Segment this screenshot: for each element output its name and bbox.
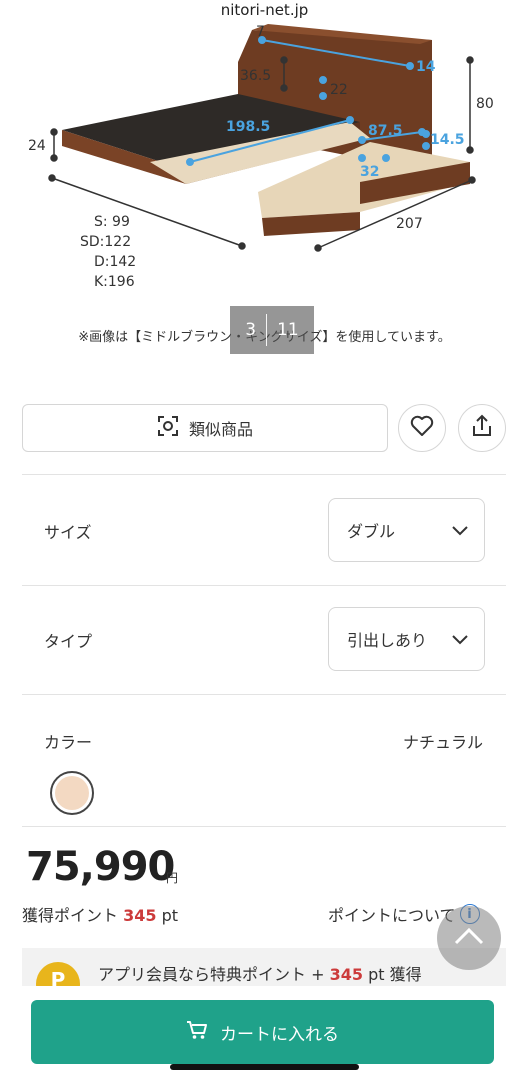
divider [22, 826, 506, 827]
divider [22, 585, 506, 586]
bed-dimension-image: 7 14 36.5 22 80 24 198.5 87.5 14.5 32 20… [28, 24, 494, 290]
similar-products-label: 類似商品 [188, 420, 253, 439]
color-value: ナチュラル [402, 733, 483, 752]
type-label: タイプ [44, 632, 93, 651]
scroll-to-top-button[interactable] [437, 906, 501, 970]
url-bar[interactable]: nitori-net.jp [0, 0, 529, 22]
dim-198-5: 198.5 [226, 119, 270, 135]
image-counter: 3 11 [230, 306, 314, 354]
price-amount: 75,990 [26, 844, 175, 890]
divider [22, 474, 506, 475]
size-k: K:196 [94, 274, 135, 290]
app-banner-points: 345 [329, 965, 363, 984]
chevron-down-icon [452, 630, 468, 649]
dim-7: 7 [256, 24, 265, 40]
type-select-value: 引出しあり [347, 631, 428, 650]
chevron-up-icon [454, 927, 484, 949]
size-sd: SD:122 [80, 234, 131, 250]
share-icon [471, 414, 493, 442]
about-points-label: ポイントについて [328, 906, 456, 925]
color-swatch-fill [55, 776, 89, 810]
image-counter-total: 11 [277, 320, 299, 340]
app-member-banner[interactable]: P アプリ会員なら特典ポイント + 345 pt 獲得 [22, 948, 506, 988]
color-label: カラー [44, 733, 93, 752]
dim-80: 80 [476, 96, 494, 112]
dim-32: 32 [360, 164, 379, 180]
camera-scan-icon [157, 415, 179, 441]
dim-24: 24 [28, 138, 46, 154]
image-counter-current: 3 [245, 320, 257, 340]
product-image-gallery[interactable]: 7 14 36.5 22 80 24 198.5 87.5 14.5 32 20… [0, 22, 529, 312]
divider [22, 694, 506, 695]
earned-points-unit: pt [161, 906, 179, 925]
url-text: nitori-net.jp [220, 1, 309, 19]
dim-207: 207 [396, 216, 423, 232]
similar-products-button[interactable]: 類似商品 [22, 404, 388, 452]
size-s: S: 99 [94, 214, 130, 230]
price-currency: 円 [166, 871, 179, 885]
favorite-button[interactable] [398, 404, 446, 452]
cart-icon [186, 1020, 208, 1045]
chevron-down-icon [452, 521, 468, 540]
dim-22: 22 [330, 82, 348, 98]
size-d: D:142 [94, 254, 136, 270]
image-counter-separator [266, 314, 268, 346]
dim-14-5: 14.5 [430, 132, 465, 148]
bottom-bar: カートに入れる [0, 986, 529, 1080]
point-coin-icon: P [36, 962, 80, 988]
size-select[interactable]: ダブル [328, 498, 485, 562]
app-banner-text: アプリ会員なら特典ポイント + 345 pt 獲得 [98, 961, 422, 985]
app-banner-text-after: pt 獲得 [363, 965, 422, 984]
add-to-cart-label: カートに入れる [220, 1024, 339, 1045]
share-button[interactable] [458, 404, 506, 452]
home-indicator [170, 1064, 359, 1070]
earned-points-label: 獲得ポイント [22, 906, 119, 925]
dim-87-5: 87.5 [368, 123, 403, 139]
type-select[interactable]: 引出しあり [328, 607, 485, 671]
earned-points-value: 345 [123, 906, 157, 925]
color-swatch-natural[interactable] [50, 771, 94, 815]
size-select-value: ダブル [347, 522, 396, 541]
add-to-cart-button[interactable]: カートに入れる [31, 1000, 494, 1064]
dim-14: 14 [416, 59, 436, 75]
size-label: サイズ [44, 523, 92, 542]
heart-icon [410, 415, 434, 441]
dim-36-5: 36.5 [240, 68, 271, 84]
earned-points: 獲得ポイント 345 pt [22, 902, 178, 926]
app-banner-text-before: アプリ会員なら特典ポイント + [98, 965, 330, 984]
